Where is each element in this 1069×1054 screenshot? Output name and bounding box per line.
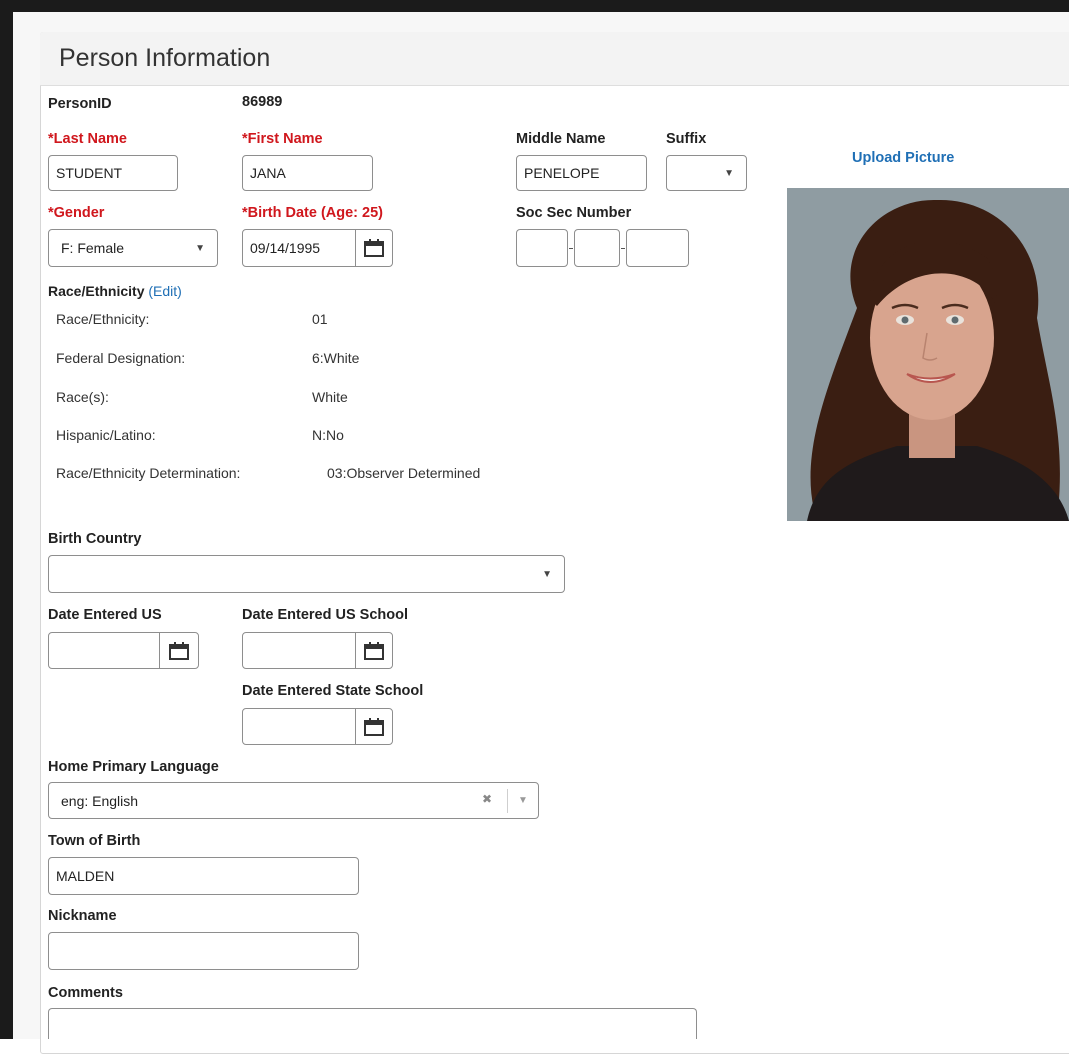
town-of-birth-input[interactable]: MALDEN xyxy=(48,857,359,895)
nickname-input[interactable] xyxy=(48,932,359,970)
chevron-down-icon[interactable]: ▼ xyxy=(518,795,528,806)
race-row-label: Race/Ethnicity: xyxy=(56,311,150,327)
race-ethnicity-label: Race/Ethnicity xyxy=(48,283,145,299)
birth-country-label: Birth Country xyxy=(48,531,142,547)
comments-label: Comments xyxy=(48,985,123,1001)
calendar-icon xyxy=(169,641,189,660)
date-entered-state-school-field[interactable] xyxy=(242,708,393,745)
calendar-icon xyxy=(364,717,384,736)
window-frame-top xyxy=(0,0,1069,12)
home-language-label: Home Primary Language xyxy=(48,759,219,775)
middle-name-label: Middle Name xyxy=(516,131,606,147)
date-entered-us-school-calendar-button[interactable] xyxy=(355,633,392,668)
race-row-label: Federal Designation: xyxy=(56,350,186,366)
gender-value: F: Female xyxy=(61,240,125,256)
last-name-label: *Last Name xyxy=(48,131,127,147)
student-photo xyxy=(787,188,1069,521)
person-id-label: PersonID xyxy=(48,96,112,112)
chevron-down-icon: ▼ xyxy=(724,168,734,179)
race-edit-link[interactable]: Edit xyxy=(153,283,177,299)
race-row-value: N:No xyxy=(312,427,344,443)
gender-label: *Gender xyxy=(48,205,105,221)
race-ethnicity-heading: Race/Ethnicity (Edit) xyxy=(48,283,182,299)
comments-textarea[interactable] xyxy=(48,1008,697,1039)
select-divider xyxy=(507,789,508,813)
race-row-label: Hispanic/Latino: xyxy=(56,427,156,443)
first-name-label: *First Name xyxy=(242,131,323,147)
calendar-icon xyxy=(364,641,384,660)
window-frame-left xyxy=(0,0,13,1039)
ssn-label: Soc Sec Number xyxy=(516,205,632,221)
suffix-label: Suffix xyxy=(666,131,707,147)
middle-name-input[interactable]: PENELOPE xyxy=(516,155,647,191)
calendar-icon xyxy=(364,239,384,257)
nickname-label: Nickname xyxy=(48,908,117,924)
home-language-value: eng: English xyxy=(61,792,139,809)
birth-country-select[interactable]: ▼ xyxy=(48,555,565,593)
date-entered-us-calendar-button[interactable] xyxy=(159,633,198,668)
race-row-value: 6:White xyxy=(312,350,360,366)
birth-date-calendar-button[interactable] xyxy=(355,230,392,266)
edit-paren-close: ) xyxy=(177,283,182,299)
date-entered-state-school-calendar-button[interactable] xyxy=(355,709,392,744)
date-entered-us-label: Date Entered US xyxy=(48,607,162,623)
date-entered-state-school-label: Date Entered State School xyxy=(242,683,424,699)
race-row-value: White xyxy=(312,389,348,405)
ssn-separator xyxy=(621,248,625,249)
panel-title: Person Information xyxy=(59,44,271,72)
clear-icon[interactable]: ✖ xyxy=(482,792,492,806)
last-name-input[interactable]: STUDENT xyxy=(48,155,178,191)
upload-picture-link[interactable]: Upload Picture xyxy=(852,150,954,166)
birth-date-label: *Birth Date (Age: 25) xyxy=(242,205,383,221)
suffix-select[interactable]: ▼ xyxy=(666,155,747,191)
ssn-part-2-input[interactable] xyxy=(574,229,620,267)
ssn-separator xyxy=(569,248,573,249)
race-row-label: Race/Ethnicity Determination: xyxy=(56,465,241,481)
ssn-part-3-input[interactable] xyxy=(626,229,689,267)
first-name-input[interactable]: JANA xyxy=(242,155,373,191)
person-id-value: 86989 xyxy=(242,94,283,110)
date-entered-us-school-field[interactable] xyxy=(242,632,393,669)
race-row-label: Race(s): xyxy=(56,389,109,405)
date-entered-us-field[interactable] xyxy=(48,632,199,669)
gender-select[interactable]: F: Female ▼ xyxy=(48,229,218,267)
ssn-part-1-input[interactable] xyxy=(516,229,568,267)
home-language-select[interactable]: eng: English ✖ ▼ xyxy=(48,782,539,819)
date-entered-us-school-label: Date Entered US School xyxy=(242,607,408,623)
race-row-value: 03:Observer Determined xyxy=(327,465,481,481)
town-of-birth-label: Town of Birth xyxy=(48,833,141,849)
birth-date-field[interactable]: 09/14/1995 xyxy=(242,229,393,267)
chevron-down-icon: ▼ xyxy=(195,243,205,254)
birth-date-value: 09/14/1995 xyxy=(250,240,321,256)
race-row-value: 01 xyxy=(312,311,328,327)
chevron-down-icon: ▼ xyxy=(542,569,552,580)
